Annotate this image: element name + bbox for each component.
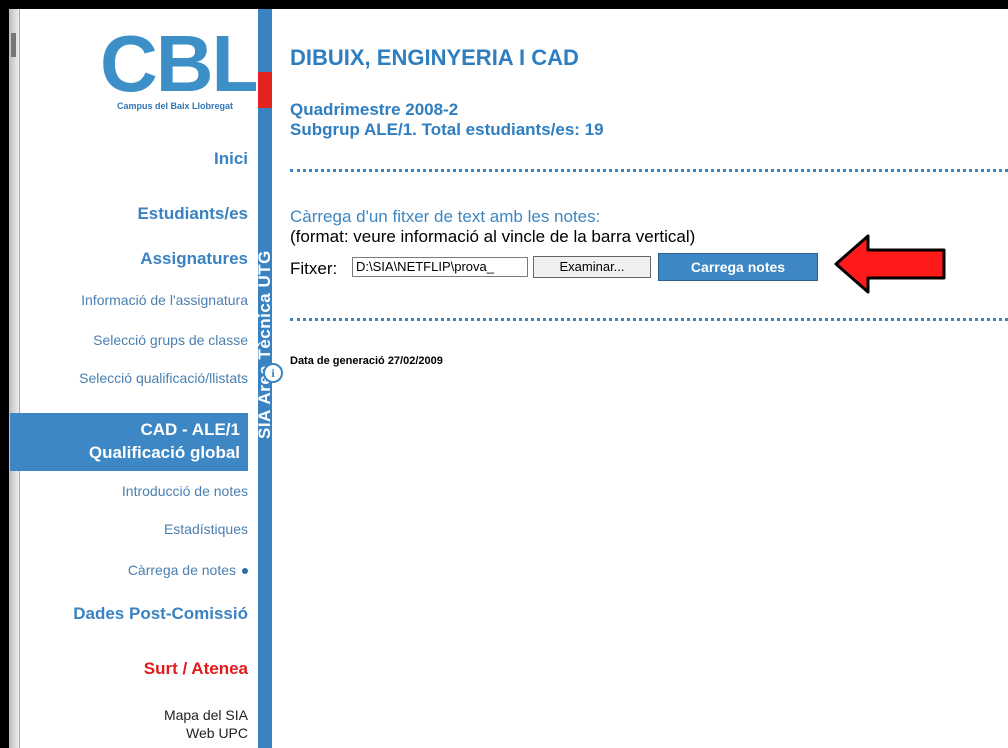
browse-button[interactable]: Examinar... — [533, 256, 651, 278]
cbl-logo[interactable]: CBL Campus del Baix Llobregat — [100, 19, 260, 112]
info-icon[interactable]: i — [263, 363, 283, 383]
page-title: DIBUIX, ENGINYERIA I CAD — [290, 45, 579, 70]
sidebar-item-inici[interactable]: Inici — [214, 149, 248, 169]
vertical-bar-text[interactable]: SIA Àrea Tècnica UTG — [255, 250, 275, 439]
main-content: DIBUIX, ENGINYERIA I CAD Quadrimestre 20… — [290, 9, 1008, 748]
active-line2: Qualificació global — [88, 443, 240, 462]
red-marker — [258, 72, 272, 108]
sidebar-item-surt[interactable]: Surt / Atenea — [144, 659, 248, 679]
divider-bottom — [290, 318, 1008, 321]
active-assignment-block[interactable]: CAD - ALE/1 Qualificació global — [10, 413, 248, 471]
sidebar-item-carrega-label: Càrrega de notes — [127, 562, 236, 578]
sidebar-item-carrega[interactable]: Càrrega de notes — [128, 562, 248, 578]
scroll-knob[interactable] — [11, 33, 16, 57]
file-path-input[interactable]: D:\SIA\NETFLIP\prova_ — [352, 257, 528, 277]
sidebar-item-introduccio[interactable]: Introducció de notes — [122, 483, 248, 499]
generation-date: Data de generació 27/02/2009 — [290, 355, 443, 367]
sidebar-item-assignatures[interactable]: Assignatures — [140, 249, 248, 269]
semester-label: Quadrimestre 2008-2 — [290, 100, 459, 119]
sidebar-item-estudiants[interactable]: Estudiants/es — [137, 204, 248, 224]
subgroup-label: Subgrup ALE/1. Total estudiants/es: 19 — [290, 120, 604, 139]
sidebar-item-seleccio-qualificacio[interactable]: Selecció qualificació/llistats — [79, 370, 248, 386]
active-line1: CAD - ALE/1 — [140, 420, 241, 439]
sidebar-item-post-comissio[interactable]: Dades Post-Comissió — [73, 604, 248, 624]
sidebar-item-informacio[interactable]: Informació de l'assignatura — [81, 292, 248, 308]
sidebar-item-seleccio-grups[interactable]: Selecció grups de classe — [93, 332, 248, 348]
sidebar-item-estadistiques[interactable]: Estadístiques — [164, 521, 248, 537]
format-help-text: (format: veure informació al vincle de l… — [290, 227, 696, 246]
logo-word: CBL — [100, 19, 260, 108]
upload-grades-button[interactable]: Carrega notes — [658, 253, 818, 281]
left-scroll-edge[interactable] — [9, 9, 20, 748]
divider-top — [290, 169, 1008, 172]
sidebar: CBL Campus del Baix Llobregat Inici Estu… — [10, 9, 260, 748]
file-label: Fitxer: — [290, 259, 338, 278]
vertical-info-bar[interactable]: SIA Àrea Tècnica UTG i — [255, 9, 286, 748]
current-page-dot-icon — [242, 568, 248, 575]
upload-help-text: Càrrega d'un fitxer de text amb les note… — [290, 207, 601, 226]
sidebar-item-mapa[interactable]: Mapa del SIA — [164, 706, 248, 724]
logo-subtitle: Campus del Baix Llobregat — [116, 101, 234, 111]
sidebar-item-web-upc[interactable]: Web UPC — [186, 724, 248, 742]
red-arrow-icon — [834, 234, 946, 294]
